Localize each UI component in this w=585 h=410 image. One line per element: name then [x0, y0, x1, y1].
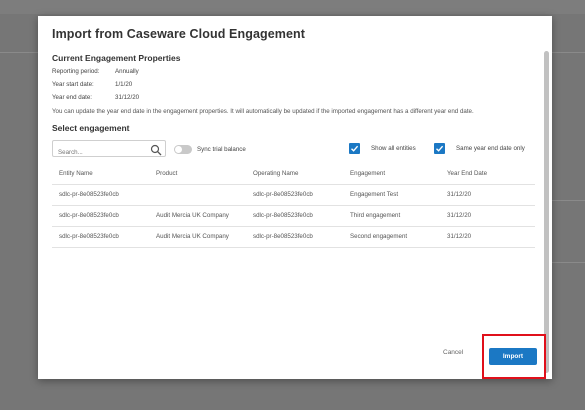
reporting-period-label: Reporting period:	[52, 68, 100, 75]
table-row[interactable]: sdlc-pr-8e08523fe0cb Audit Mercia UK Com…	[52, 227, 535, 248]
year-end-date-cell: 31/12/20	[447, 212, 472, 219]
column-header[interactable]: Entity Name	[59, 167, 93, 181]
search-input[interactable]	[53, 145, 150, 160]
same-year-end-checkbox[interactable]	[434, 143, 445, 154]
background-divider	[0, 52, 38, 53]
product-cell: Audit Mercia UK Company	[156, 212, 229, 219]
operating-name-cell: sdlc-pr-8e08523fe0cb	[253, 212, 313, 219]
operating-name-cell: sdlc-pr-8e08523fe0cb	[253, 191, 313, 198]
year-end-date-cell: 31/12/20	[447, 233, 472, 240]
background-header	[0, 0, 585, 14]
cancel-button[interactable]: Cancel	[443, 349, 463, 356]
column-header[interactable]: Operating Name	[253, 167, 298, 181]
search-icon[interactable]	[150, 143, 162, 156]
year-end-date-cell: 31/12/20	[447, 191, 472, 198]
entity-name-cell: sdlc-pr-8e08523fe0cb	[59, 191, 119, 198]
import-button[interactable]: Import	[489, 348, 537, 365]
sync-trial-balance-toggle[interactable]	[174, 145, 192, 154]
properties-heading: Current Engagement Properties	[52, 53, 181, 63]
show-all-entities-checkbox[interactable]	[349, 143, 360, 154]
toggle-knob	[175, 146, 182, 153]
background-divider	[552, 262, 585, 263]
operating-name-cell: sdlc-pr-8e08523fe0cb	[253, 233, 313, 240]
column-header[interactable]: Year End Date	[447, 167, 487, 181]
table-row[interactable]: sdlc-pr-8e08523fe0cb Audit Mercia UK Com…	[52, 206, 535, 227]
engagement-cell: Engagement Test	[350, 191, 399, 198]
show-all-entities-label: Show all entities	[371, 145, 416, 152]
engagement-cell: Second engagement	[350, 233, 408, 240]
year-end-value: 31/12/20	[115, 94, 140, 101]
search-box	[52, 140, 166, 160]
table-header-row: Entity Name Product Operating Name Engag…	[52, 167, 535, 185]
year-end-note: You can update the year end date in the …	[52, 108, 474, 115]
entity-name-cell: sdlc-pr-8e08523fe0cb	[59, 233, 119, 240]
product-cell: Audit Mercia UK Company	[156, 233, 229, 240]
checkmark-icon	[436, 145, 444, 152]
engagement-table: Entity Name Product Operating Name Engag…	[52, 167, 535, 248]
year-start-value: 1/1/20	[115, 81, 133, 88]
checkmark-icon	[351, 145, 359, 152]
entity-name-cell: sdlc-pr-8e08523fe0cb	[59, 212, 119, 219]
same-year-end-label: Same year end date only	[456, 145, 525, 152]
year-start-label: Year start date:	[52, 81, 94, 88]
scrollbar-thumb[interactable]	[544, 51, 549, 373]
sync-trial-balance-label: Sync trial balance	[197, 146, 246, 153]
select-engagement-heading: Select engagement	[52, 123, 130, 133]
table-row[interactable]: sdlc-pr-8e08523fe0cb sdlc-pr-8e08523fe0c…	[52, 185, 535, 206]
engagement-cell: Third engagement	[350, 212, 401, 219]
year-end-label: Year end date:	[52, 94, 93, 101]
background-divider	[552, 52, 585, 53]
reporting-period-value: Annually	[115, 68, 139, 75]
column-header[interactable]: Product	[156, 167, 177, 181]
background-divider	[552, 200, 585, 201]
column-header[interactable]: Engagement	[350, 167, 385, 181]
dialog-title: Import from Caseware Cloud Engagement	[52, 27, 306, 41]
import-dialog: Import from Caseware Cloud Engagement Cu…	[38, 16, 552, 379]
